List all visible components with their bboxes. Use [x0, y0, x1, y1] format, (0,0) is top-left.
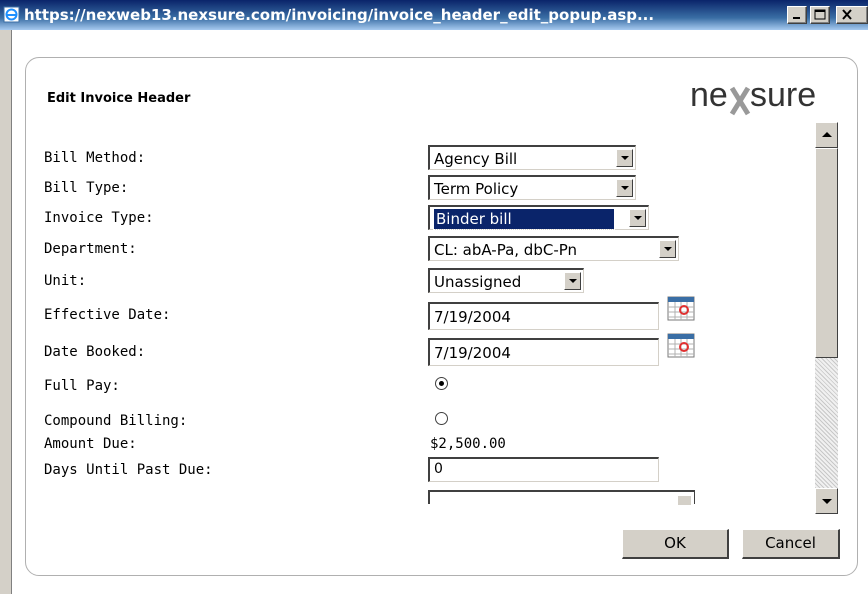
effective-date-label: Effective Date:: [44, 307, 171, 323]
unit-select[interactable]: Unassigned: [428, 268, 584, 293]
scroll-down-button[interactable]: [815, 488, 838, 514]
maximize-icon: [814, 9, 826, 20]
window-frame-bottom: [0, 594, 868, 600]
cancel-button[interactable]: Cancel: [742, 529, 840, 559]
dialog-title: Edit Invoice Header: [47, 91, 191, 106]
maximize-button[interactable]: [810, 6, 830, 24]
chevron-down-icon[interactable]: [616, 179, 633, 197]
close-button[interactable]: [836, 6, 868, 24]
bill-method-value: Agency Bill: [434, 150, 518, 168]
unit-value: Unassigned: [434, 273, 522, 291]
window-title: https://nexweb13.nexsure.com/invoicing/i…: [24, 6, 655, 24]
ie-page-icon: [3, 6, 20, 23]
window-frame: [0, 30, 12, 600]
scrollbar-thumb[interactable]: [815, 148, 838, 358]
minimize-icon: [793, 17, 800, 19]
compound-billing-radio[interactable]: [435, 412, 448, 425]
days-until-past-due-value: 0: [434, 461, 443, 477]
minimize-button[interactable]: [787, 6, 807, 24]
invoice-type-select[interactable]: Binder bill: [428, 205, 649, 230]
bill-method-select[interactable]: Agency Bill: [428, 145, 636, 170]
amount-due-value: $2,500.00: [430, 436, 506, 452]
department-label: Department:: [44, 241, 137, 257]
chevron-down-icon[interactable]: [659, 240, 676, 258]
chevron-down-icon[interactable]: [616, 149, 633, 167]
close-icon: [842, 9, 852, 20]
svg-text:ne: ne: [690, 76, 728, 114]
department-value: CL: abA-Pa, dbC-Pn: [434, 241, 578, 259]
full-pay-label: Full Pay:: [44, 378, 120, 394]
calendar-icon[interactable]: [667, 332, 695, 358]
date-booked-value: 7/19/2004: [434, 344, 511, 362]
calendar-icon[interactable]: [667, 295, 695, 321]
compound-billing-label: Compound Billing:: [44, 413, 188, 429]
textarea-scroll-up-button[interactable]: [677, 495, 691, 505]
bill-method-label: Bill Method:: [44, 150, 146, 166]
chevron-down-icon[interactable]: [629, 209, 646, 227]
bill-type-select[interactable]: Term Policy: [428, 175, 636, 200]
window-title-bar[interactable]: https://nexweb13.nexsure.com/invoicing/i…: [0, 0, 868, 30]
nexsure-logo: ne sure: [690, 76, 816, 116]
chevron-down-icon[interactable]: [564, 272, 581, 290]
department-select[interactable]: CL: abA-Pa, dbC-Pn: [428, 236, 679, 261]
days-until-past-due-input[interactable]: 0: [428, 457, 659, 482]
invoice-type-label: Invoice Type:: [44, 210, 154, 226]
bill-type-value: Term Policy: [434, 180, 519, 198]
scroll-up-button[interactable]: [815, 122, 838, 148]
full-pay-radio[interactable]: [435, 377, 448, 390]
date-booked-input[interactable]: 7/19/2004: [428, 338, 659, 366]
bill-type-label: Bill Type:: [44, 180, 129, 196]
effective-date-value: 7/19/2004: [434, 308, 511, 326]
svg-text:sure: sure: [750, 76, 816, 114]
invoice-type-value: Binder bill: [433, 208, 615, 230]
extra-textarea[interactable]: [428, 490, 695, 505]
unit-label: Unit:: [44, 273, 87, 289]
date-booked-label: Date Booked:: [44, 344, 146, 360]
days-until-past-due-label: Days Until Past Due:: [44, 462, 213, 478]
amount-due-label: Amount Due:: [44, 436, 137, 452]
ok-button[interactable]: OK: [622, 529, 729, 559]
effective-date-input[interactable]: 7/19/2004: [428, 302, 659, 330]
